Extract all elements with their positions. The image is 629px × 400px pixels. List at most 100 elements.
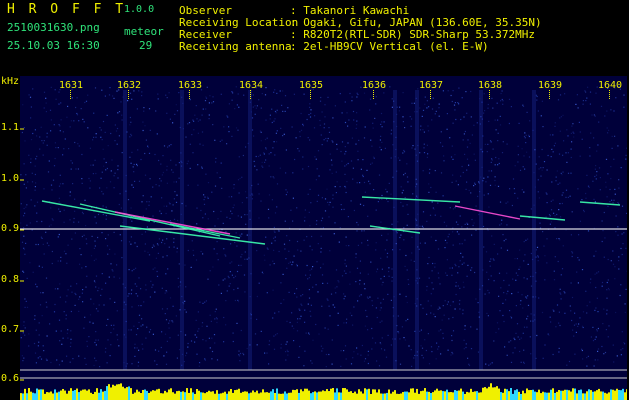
level-bar [382, 393, 384, 400]
noise-speckle [614, 278, 616, 280]
level-bar [134, 392, 136, 400]
noise-speckle [523, 135, 526, 138]
noise-speckle [156, 270, 158, 273]
noise-speckle [617, 202, 619, 204]
level-bar [572, 388, 574, 400]
noise-speckle [156, 363, 158, 366]
noise-speckle [457, 272, 459, 274]
noise-speckle [447, 301, 449, 303]
noise-speckle [214, 311, 216, 313]
noise-speckle [23, 163, 25, 165]
noise-speckle [459, 243, 461, 245]
noise-speckle [618, 179, 620, 181]
noise-speckle [220, 292, 222, 294]
noise-speckle [216, 359, 219, 361]
noise-speckle [241, 176, 243, 178]
noise-speckle [103, 158, 105, 160]
noise-speckle [443, 160, 445, 162]
noise-speckle [136, 285, 138, 287]
noise-speckle [566, 129, 568, 131]
noise-speckle [578, 234, 580, 236]
noise-speckle [134, 180, 136, 182]
noise-speckle [109, 87, 111, 89]
noise-speckle [451, 274, 453, 276]
noise-speckle [263, 153, 265, 155]
noise-speckle [45, 102, 47, 104]
noise-speckle [267, 208, 270, 210]
noise-speckle [542, 231, 544, 233]
noise-speckle [138, 180, 141, 182]
noise-speckle [432, 97, 434, 99]
noise-speckle [317, 291, 319, 293]
noise-speckle [185, 355, 187, 357]
level-bar [80, 390, 82, 400]
noise-speckle [45, 231, 47, 233]
noise-speckle [273, 91, 275, 93]
noise-speckle [570, 234, 572, 236]
noise-speckle [285, 149, 287, 151]
noise-speckle [271, 108, 273, 110]
noise-speckle [428, 106, 430, 108]
noise-speckle [440, 329, 442, 331]
noise-speckle [461, 226, 463, 228]
noise-speckle [160, 163, 162, 165]
noise-speckle [606, 196, 608, 198]
level-bar [518, 391, 520, 400]
noise-speckle [390, 157, 392, 159]
noise-speckle [145, 284, 147, 286]
level-bar [614, 390, 616, 400]
noise-speckle [614, 135, 616, 137]
y-tick-label: 1.0 [1, 173, 20, 184]
noise-speckle [321, 144, 323, 146]
noise-speckle [156, 275, 159, 277]
noise-speckle [63, 250, 66, 252]
noise-speckle [304, 216, 306, 218]
noise-speckle [430, 312, 432, 314]
x-tick-mark [373, 94, 374, 95]
noise-speckle [366, 169, 368, 171]
level-bar [512, 393, 514, 400]
noise-speckle [133, 325, 135, 327]
noise-speckle [61, 360, 63, 362]
noise-speckle [570, 148, 572, 150]
noise-speckle [357, 150, 359, 152]
noise-speckle [102, 193, 104, 195]
level-bar [296, 389, 298, 400]
noise-speckle [287, 354, 289, 356]
noise-speckle [211, 350, 214, 353]
noise-speckle [437, 272, 439, 274]
noise-speckle [527, 263, 529, 265]
noise-speckle [326, 140, 328, 142]
noise-speckle [552, 353, 554, 356]
noise-speckle [613, 361, 615, 363]
noise-speckle [555, 176, 557, 178]
noise-speckle [603, 256, 605, 258]
x-tick-label: 1636 [362, 80, 387, 91]
noise-speckle [386, 256, 388, 258]
noise-speckle [57, 260, 59, 262]
noise-speckle [108, 276, 110, 278]
noise-speckle [624, 311, 626, 313]
noise-speckle [337, 324, 339, 326]
noise-speckle [474, 271, 476, 274]
noise-speckle [527, 315, 529, 317]
noise-speckle [517, 291, 519, 293]
noise-speckle [607, 258, 609, 261]
x-tick-mark [549, 92, 550, 93]
noise-speckle [165, 319, 168, 321]
noise-speckle [336, 286, 338, 288]
noise-speckle [245, 223, 247, 225]
noise-speckle [175, 181, 177, 183]
level-bar [476, 391, 478, 400]
noise-speckle [264, 161, 266, 163]
noise-speckle [334, 306, 336, 308]
noise-speckle [528, 135, 530, 138]
noise-speckle [327, 299, 329, 301]
noise-speckle [129, 218, 131, 220]
level-bar [616, 388, 618, 400]
noise-speckle [83, 327, 85, 329]
noise-speckle [53, 311, 56, 313]
level-bar [438, 390, 440, 400]
noise-speckle [399, 293, 401, 295]
noise-speckle [463, 286, 465, 288]
